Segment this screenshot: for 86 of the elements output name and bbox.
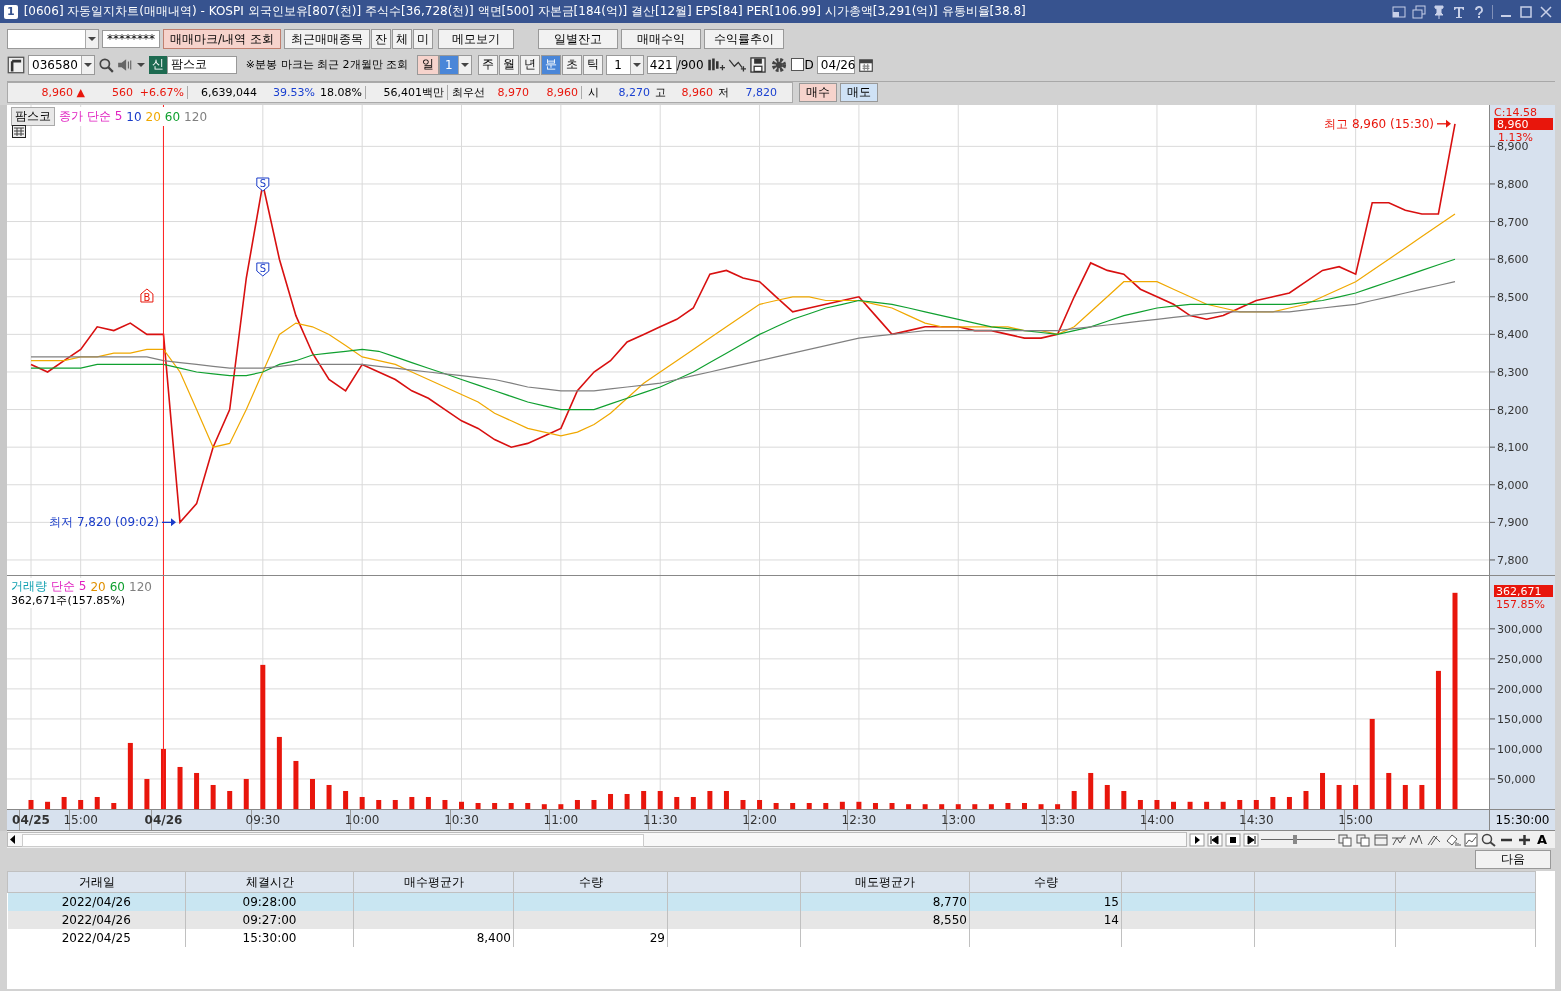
time-label: 12:00: [742, 813, 777, 827]
axis-label: 8,200: [1497, 403, 1529, 417]
quote-value: 39.53%: [273, 86, 315, 99]
buy-marker: B: [140, 288, 154, 303]
table-cell: 8,400: [353, 929, 514, 947]
legend-label: 종가 단순 5: [59, 108, 123, 125]
time-label: 09:30: [245, 813, 281, 827]
checkbox-label: D: [804, 57, 814, 72]
window-title: [0606] 자동일지차트(매매내역) - KOSPI 외국인보유[807(천)] 주식수[36,728(천)] 액면[500] 자본금[184(억)] 결산[12월] EPS[84] PER[106.99] 시가총액[3,291(억)] 유통비율[38.8]: [23, 3, 1027, 20]
time-label: 14:00: [1139, 813, 1175, 827]
volume-reading: 362,671주(157.85%): [11, 593, 125, 608]
cursor-label: C:14.58: [1494, 106, 1537, 119]
axis-label: 8,600: [1497, 253, 1529, 267]
table-cell: 09:27:00: [185, 911, 354, 929]
axis-label: 100,000: [1497, 742, 1543, 756]
legend-label: 60: [109, 579, 125, 594]
quote-value: 56,401백만: [383, 85, 444, 100]
quote-value: 8,270: [618, 86, 650, 99]
quote-value: 560: [112, 86, 133, 99]
quote-value: 고: [655, 85, 666, 100]
notice-text: ※분봉 마크는 최근 2개월만 조회: [245, 57, 408, 72]
axis-label: 7,800: [1497, 553, 1529, 567]
change-label: 157.85%: [1496, 598, 1545, 611]
axis-label: 50,000: [1497, 772, 1536, 786]
quote-value: 8,970: [497, 86, 529, 99]
axis-label: 8,400: [1497, 328, 1529, 342]
quote-value: 8,960: [546, 86, 578, 99]
axis-label: 250,000: [1497, 652, 1543, 666]
legend-label: 120: [184, 109, 207, 124]
axis-label: 150,000: [1497, 712, 1543, 726]
table-cell: 2022/04/25: [7, 929, 186, 947]
stock-badge: 신: [148, 55, 167, 74]
table-cell: 15:30:00: [185, 929, 354, 947]
time-label: 11:30: [642, 813, 678, 827]
axis-label: 8,700: [1497, 215, 1529, 229]
table-cell: 14: [969, 911, 1122, 929]
axis-label: 8,100: [1497, 441, 1529, 455]
annotation: S: [259, 263, 266, 274]
quote-value: 18.08%: [320, 86, 362, 99]
legend-label: 단순 5: [51, 578, 87, 595]
table-cell: 8,550: [800, 911, 970, 929]
time-label: 13:30: [1040, 813, 1075, 827]
axis-label: 8,500: [1497, 290, 1529, 304]
quote-value: 8,960 ▲: [41, 86, 85, 99]
time-label: 04/26: [144, 813, 183, 827]
extreme-label: 최고 8,960 (15:30): [1324, 116, 1434, 131]
sell-marker: S: [256, 177, 270, 192]
time-label: 13:00: [940, 813, 976, 827]
time-label: 15:00: [63, 813, 98, 827]
window-number: 1: [4, 4, 18, 19]
quote-value: 8,960: [681, 86, 713, 99]
time-label: 04/25: [12, 813, 50, 827]
legend-label: 120: [129, 579, 152, 594]
legend-label: 거래량: [11, 578, 47, 595]
extreme-label: 최저 7,820 (09:02): [49, 515, 159, 530]
axis-label: 7,900: [1497, 516, 1529, 530]
legend-label: 20: [145, 109, 161, 124]
quote-value: 저: [718, 85, 729, 100]
time-label: 12:30: [841, 813, 877, 827]
time-label: 10:30: [444, 813, 479, 827]
axis-label: 300,000: [1497, 622, 1543, 636]
axis-label: 200,000: [1497, 682, 1543, 696]
sell-marker: S: [256, 262, 270, 277]
axis-label: 8,000: [1497, 478, 1529, 492]
annotation: S: [259, 178, 266, 189]
annotation: B: [143, 292, 151, 303]
legend-label: 10: [126, 109, 142, 124]
table-cell: 29: [513, 929, 668, 947]
quote-value: +6.67%: [139, 86, 184, 99]
legend-label: 60: [164, 109, 181, 124]
quote-value: 시: [588, 85, 599, 100]
quote-value: 6,639,044: [201, 86, 257, 99]
time-label: 11:00: [543, 813, 579, 827]
legend-label: 20: [90, 579, 106, 594]
axis-label: 8,300: [1497, 365, 1529, 379]
time-label: 15:30:00: [1489, 810, 1555, 830]
volume-tag: 362,671: [1494, 585, 1554, 598]
time-label: 15:00: [1338, 813, 1373, 827]
table-cell: 2022/04/26: [7, 911, 186, 929]
axis-label: 8,800: [1497, 177, 1529, 191]
time-label: 14:30: [1239, 813, 1274, 827]
quote-value: 최우선: [452, 85, 485, 100]
time-label: 10:00: [344, 813, 380, 827]
quote-value: 7,820: [745, 86, 777, 99]
count-max: /900: [676, 57, 704, 72]
price-tag: 8,960: [1494, 118, 1554, 131]
